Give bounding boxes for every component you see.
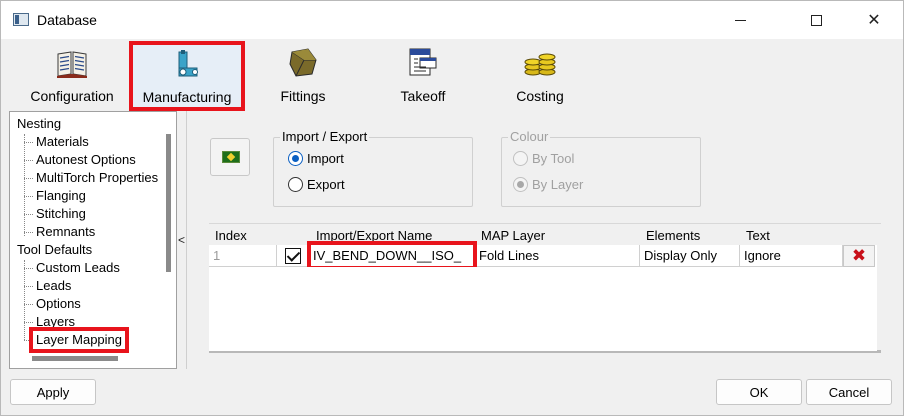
tree-connector [24,260,25,340]
cell-elements[interactable]: Display Only [640,245,740,267]
delete-row-button[interactable]: ✖ [843,245,875,267]
tree-connector [24,142,33,143]
tree-connector [24,322,33,323]
title-bar: Database ✕ [1,1,903,39]
export-label: Export [307,177,345,192]
tree-connector [24,214,33,215]
radio-empty-icon [288,177,303,192]
manufacturing-icon [178,50,198,77]
tree-item-autonest-options[interactable]: Autonest Options [36,152,136,167]
name-cell-highlight [307,241,477,270]
app-icon [13,13,29,26]
layer-mapping-grid: Index Import/Export Name MAP Layer Eleme… [209,223,881,353]
tab-label: Fittings [280,88,326,104]
book-icon [57,51,87,78]
takeoff-icon [409,48,437,76]
tree-horizontal-scrollbar[interactable] [12,354,164,366]
tree-item-stitching[interactable]: Stitching [36,206,86,221]
tab-label: Manufacturing [142,89,232,105]
by-tool-radio[interactable]: By Tool [513,151,574,166]
close-button[interactable]: ✕ [851,1,897,39]
settings-tree: Nesting Materials Autonest Options Multi… [9,111,177,369]
ok-button[interactable]: OK [716,379,802,405]
cancel-button[interactable]: Cancel [806,379,892,405]
import-layers-icon [222,151,240,163]
tree-item-multitorch-properties[interactable]: MultiTorch Properties [36,170,158,185]
maximize-button[interactable] [793,1,839,39]
tree-item-leads[interactable]: Leads [36,278,71,293]
maximize-icon [810,14,822,26]
tree-item-custom-leads[interactable]: Custom Leads [36,260,120,275]
collapse-panel-button[interactable]: < [177,111,187,369]
tree-connector [24,232,33,233]
ribbon: Configuration Manufacturing Fittings Tak… [9,40,895,111]
import-radio[interactable]: Import [288,151,344,166]
colour-group: Colour By Tool By Layer [501,129,701,207]
column-header-index: Index [215,228,247,243]
tree-connector [24,286,33,287]
scroll-thumb[interactable] [166,134,171,272]
radio-selected-icon [288,151,303,166]
cell-map-layer[interactable]: Fold Lines [475,245,640,267]
export-radio[interactable]: Export [288,177,345,192]
radio-selected-icon [513,177,528,192]
layer-mapping-highlight [29,327,129,353]
by-tool-label: By Tool [532,151,575,166]
column-header-text: Text [746,228,770,243]
cell-enabled [277,245,309,267]
by-layer-label: By Layer [532,177,584,192]
tab-label: Costing [516,88,564,104]
apply-button[interactable]: Apply [10,379,96,405]
grid-empty-area [209,267,877,351]
tab-costing[interactable]: Costing [481,40,599,110]
tree-connector [24,196,33,197]
column-header-elements: Elements [646,228,701,243]
cell-text[interactable]: Ignore [740,245,843,267]
by-layer-radio[interactable]: By Layer [513,177,583,192]
tree-connector [24,178,33,179]
tree-connector [24,134,25,236]
close-icon: ✕ [867,12,881,29]
tree-item-nesting[interactable]: Nesting [17,116,61,131]
radio-empty-icon [513,151,528,166]
fittings-icon [289,48,317,77]
tree-item-tool-defaults[interactable]: Tool Defaults [17,242,92,257]
tree-item-materials[interactable]: Materials [36,134,89,149]
enabled-checkbox[interactable] [285,248,301,264]
database-dialog: Database ✕ Configuration Manufacturing F… [0,0,904,416]
tab-label: Takeoff [400,88,446,104]
import-layers-button[interactable] [210,138,250,176]
column-header-map-layer: MAP Layer [481,228,546,243]
tree-vertical-scrollbar[interactable] [164,114,174,352]
window-title: Database [37,12,97,28]
tab-manufacturing[interactable]: Manufacturing [129,41,245,111]
cell-index: 1 [209,245,277,267]
import-label: Import [307,151,344,166]
tree-item-flanging[interactable]: Flanging [36,188,86,203]
chevron-left-icon: < [177,233,185,247]
tab-fittings[interactable]: Fittings [245,40,361,110]
tab-takeoff[interactable]: Takeoff [365,40,481,110]
tree-connector [24,268,33,269]
import-export-title: Import / Export [280,129,370,144]
minimize-button[interactable] [717,1,763,39]
scroll-thumb[interactable] [32,356,118,361]
tree-item-remnants[interactable]: Remnants [36,224,95,239]
tree-connector [24,160,33,161]
tree-item-options[interactable]: Options [36,296,81,311]
import-export-group: Import / Export Import Export [273,129,473,207]
tree-connector [24,304,33,305]
tab-label: Configuration [30,88,114,104]
coins-icon [524,53,556,76]
colour-title: Colour [508,129,551,144]
delete-x-icon: ✖ [851,246,867,265]
tab-configuration[interactable]: Configuration [13,40,131,110]
minimize-icon [734,19,746,21]
